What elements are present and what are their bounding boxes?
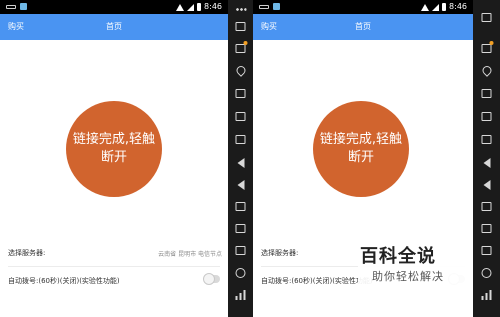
status-time: 8:46	[204, 2, 222, 11]
wifi-icon	[421, 3, 430, 11]
autodial-row: 自动拨号:(60秒)(关闭)(实验性功能)	[0, 270, 228, 290]
screenshot-icon[interactable]	[481, 134, 492, 145]
trash-icon[interactable]	[235, 21, 246, 32]
status-time: 8:46	[449, 2, 467, 11]
location-pin-icon[interactable]	[480, 64, 493, 77]
camera-icon[interactable]	[481, 201, 492, 212]
emulator-toolbar-right	[473, 0, 500, 317]
volume-down-icon[interactable]	[481, 179, 492, 190]
app-bar: 购买 首页	[0, 14, 228, 40]
scissors-icon[interactable]	[481, 267, 492, 278]
page-title: 首页	[355, 22, 371, 31]
server-value: 云南省 昆明市 电信节点	[158, 251, 222, 258]
screenshot-icon[interactable]	[235, 134, 246, 145]
toggle-knob	[203, 273, 215, 285]
server-label: 选择服务器:	[8, 249, 46, 257]
keyboard-icon[interactable]	[235, 88, 246, 99]
autodial-toggle[interactable]	[203, 273, 220, 285]
signal-bars-icon[interactable]	[235, 289, 246, 300]
status-icons-left	[6, 3, 27, 10]
signal-icon	[432, 3, 440, 11]
watermark: 百科全说 助你轻松解决	[358, 240, 470, 290]
screen-record-icon[interactable]	[481, 41, 493, 54]
battery-icon	[197, 3, 202, 11]
keyboard-icon[interactable]	[481, 88, 492, 99]
server-select-row[interactable]: 选择服务器: 云南省 昆明市 电信节点	[0, 243, 228, 263]
divider	[8, 266, 220, 267]
connect-toggle-button[interactable]: 链接完成,轻触 断开	[313, 101, 409, 197]
emulator-toolbar-left	[228, 0, 253, 317]
volume-up-icon[interactable]	[481, 157, 492, 168]
wifi-icon	[176, 3, 185, 11]
status-bar: 8:46	[0, 0, 228, 14]
more-dots-icon[interactable]	[235, 4, 246, 15]
volume-up-icon[interactable]	[235, 157, 246, 168]
scissors-icon[interactable]	[235, 267, 246, 278]
battery-icon	[442, 3, 447, 11]
autodial-label: 自动拨号:(60秒)(关闭)(实验性功能)	[8, 277, 120, 285]
phone-screen-left: 8:46 购买 首页 链接完成,轻触 断开 选择服务器: 云南省 昆明市 电信节…	[0, 0, 228, 317]
app-notification-icon	[20, 3, 27, 10]
connect-status-line2: 断开	[347, 150, 374, 165]
watermark-title: 百科全说	[360, 246, 436, 267]
vpn-key-icon	[259, 4, 269, 9]
camera-icon[interactable]	[235, 201, 246, 212]
status-icons-right: 8:46	[176, 2, 222, 12]
connect-toggle-button[interactable]: 链接完成,轻触 断开	[66, 101, 162, 197]
share-icon[interactable]	[235, 245, 246, 256]
screen-record-icon[interactable]	[235, 41, 247, 54]
status-bar: 8:46	[253, 0, 473, 14]
app-notification-icon	[273, 3, 280, 10]
trash-icon[interactable]	[481, 12, 492, 23]
connect-status-line1: 链接完成,轻触	[72, 132, 156, 147]
window-icon[interactable]	[481, 111, 492, 122]
location-pin-icon[interactable]	[234, 64, 247, 77]
clipboard-icon[interactable]	[235, 223, 246, 234]
connect-status-line2: 断开	[100, 150, 127, 165]
server-label: 选择服务器:	[261, 249, 299, 257]
status-icons-left	[259, 3, 280, 10]
volume-down-icon[interactable]	[235, 179, 246, 190]
signal-icon	[187, 3, 195, 11]
page-title: 首页	[106, 22, 122, 31]
app-bar: 购买 首页	[253, 14, 473, 40]
connect-status-line1: 链接完成,轻触	[319, 132, 403, 147]
window-icon[interactable]	[235, 111, 246, 122]
signal-bars-icon[interactable]	[481, 289, 492, 300]
autodial-label: 自动拨号:(60秒)(关闭)(实验性功能)	[261, 277, 373, 285]
status-icons-right: 8:46	[421, 2, 467, 12]
watermark-subtitle: 助你轻松解决	[372, 270, 444, 283]
vpn-key-icon	[6, 4, 16, 9]
clipboard-icon[interactable]	[481, 223, 492, 234]
share-icon[interactable]	[481, 245, 492, 256]
